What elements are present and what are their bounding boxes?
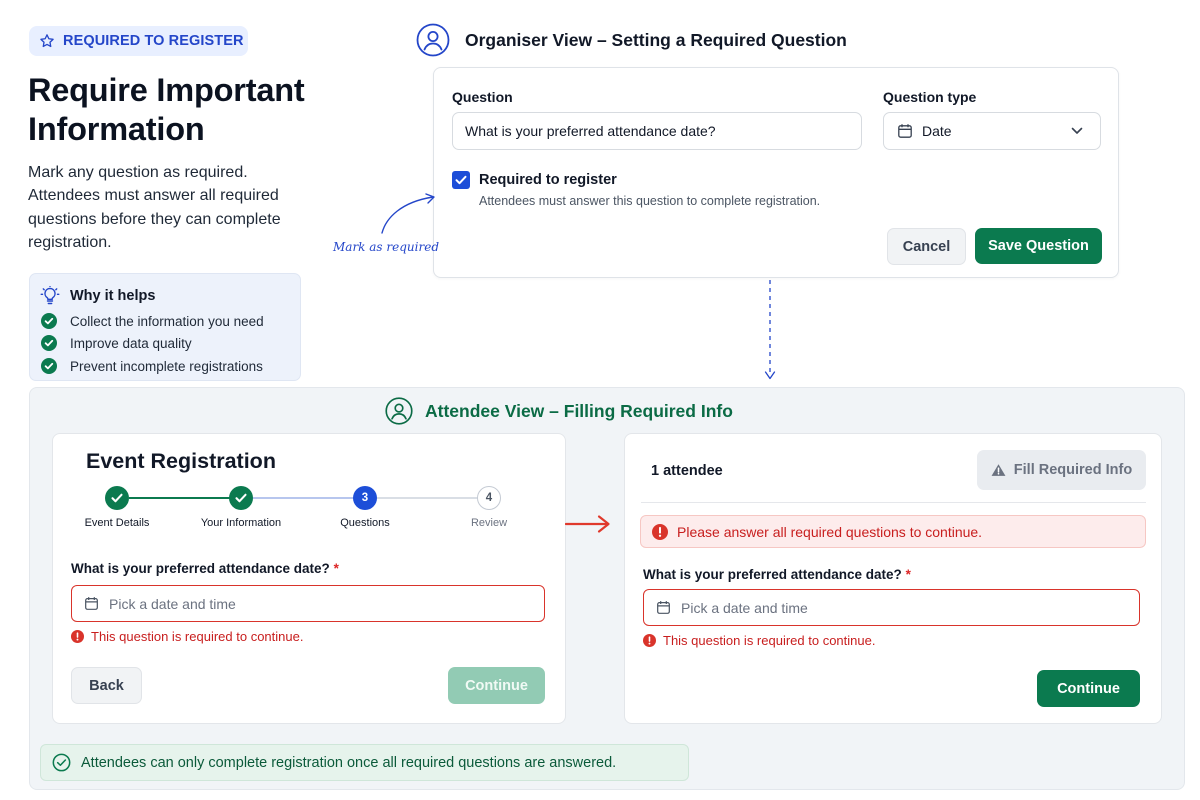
step-4-label: Review — [470, 517, 508, 529]
stepper-line — [253, 497, 365, 499]
why-item: Collect the information you need — [41, 313, 264, 329]
question-label: What is your preferred attendance date? … — [71, 561, 339, 576]
error-alert-banner: Please answer all required questions to … — [640, 515, 1146, 548]
step-1-complete — [105, 486, 129, 510]
required-asterisk: * — [333, 561, 339, 576]
badge-label: REQUIRED TO REGISTER — [63, 33, 244, 49]
fill-required-info-button[interactable]: Fill Required Info — [977, 450, 1146, 490]
checkmark-icon — [455, 175, 467, 185]
flow-connector — [763, 280, 777, 382]
check-circle-icon — [41, 335, 57, 351]
save-question-button[interactable]: Save Question — [975, 228, 1102, 264]
stepper-line — [129, 497, 241, 499]
required-badge: REQUIRED TO REGISTER — [29, 26, 248, 56]
divider — [641, 502, 1146, 503]
check-circle-icon — [41, 358, 57, 374]
question-text: What is your preferred attendance date? — [71, 561, 330, 576]
cancel-button[interactable]: Cancel — [887, 228, 966, 265]
step-2-complete — [229, 486, 253, 510]
organiser-heading-label: Organiser View – Setting a Required Ques… — [465, 29, 847, 50]
fill-required-info-label: Fill Required Info — [1013, 462, 1133, 478]
required-asterisk: * — [905, 567, 911, 582]
attendee-heading-label: Attendee View – Filling Required Info — [425, 400, 733, 421]
arrow-right-icon — [565, 514, 611, 534]
organiser-heading: Organiser View – Setting a Required Ques… — [416, 23, 847, 57]
date-placeholder: Pick a date and time — [109, 595, 236, 612]
back-button[interactable]: Back — [71, 667, 142, 704]
step-1-label: Event Details — [84, 517, 150, 529]
mark-as-required-annotation: Mark as required — [333, 240, 439, 254]
registration-info-banner: Attendees can only complete registration… — [40, 744, 689, 781]
check-circle-icon — [52, 753, 71, 772]
why-title: Why it helps — [70, 288, 156, 304]
question-type-label: Question type — [883, 89, 977, 105]
page-description: Mark any question as required. Attendees… — [28, 164, 281, 251]
calendar-icon — [656, 600, 671, 615]
organiser-question-card: Question What is your preferred attendan… — [433, 67, 1119, 278]
chevron-down-icon — [1071, 127, 1083, 135]
error-icon — [71, 630, 84, 643]
why-item: Improve data quality — [41, 335, 192, 351]
date-time-picker-input[interactable]: Pick a date and time — [643, 589, 1140, 626]
check-icon — [235, 493, 247, 503]
why-item-label: Collect the information you need — [70, 313, 264, 329]
user-circle-icon — [416, 23, 450, 57]
calendar-icon — [897, 123, 913, 139]
user-circle-icon — [385, 397, 413, 425]
question-type-select[interactable]: Date — [883, 112, 1101, 150]
check-circle-icon — [41, 313, 57, 329]
lightbulb-icon — [40, 286, 60, 306]
required-checkbox[interactable] — [452, 171, 470, 189]
field-error: This question is required to continue. — [643, 633, 875, 648]
question-input-value: What is your preferred attendance date? — [465, 123, 716, 139]
check-icon — [111, 493, 123, 503]
error-icon — [643, 634, 656, 647]
why-item: Prevent incomplete registrations — [41, 358, 263, 374]
date-time-picker-input[interactable]: Pick a date and time — [71, 585, 545, 622]
why-it-helps-panel: Why it helps Collect the information you… — [29, 273, 301, 381]
annotation-arrow — [376, 192, 440, 236]
event-registration-title: Event Registration — [86, 449, 276, 473]
question-input[interactable]: What is your preferred attendance date? — [452, 112, 862, 150]
question-label: What is your preferred attendance date? … — [643, 567, 911, 582]
attendee-count: 1 attendee — [651, 463, 723, 479]
field-error-text: This question is required to continue. — [91, 629, 304, 644]
why-item-label: Improve data quality — [70, 335, 192, 351]
page-title: Require Important Information — [28, 72, 305, 147]
field-error: This question is required to continue. — [71, 629, 303, 644]
required-label: Required to register — [479, 172, 617, 188]
attendee-checkout-card: 1 attendee Fill Required Info Please ans… — [624, 433, 1162, 724]
field-error-text: This question is required to continue. — [663, 633, 876, 648]
error-alert-text: Please answer all required questions to … — [677, 523, 983, 540]
step-3-label: Questions — [340, 517, 390, 529]
step-2-label: Your Information — [200, 517, 282, 529]
error-icon — [652, 523, 668, 540]
date-placeholder: Pick a date and time — [681, 599, 808, 616]
step-3-current: 3 — [353, 486, 377, 510]
stepper-line — [377, 497, 489, 499]
continue-button[interactable]: Continue — [1037, 670, 1140, 707]
continue-button-disabled[interactable]: Continue — [448, 667, 545, 704]
why-item-label: Prevent incomplete registrations — [70, 358, 263, 374]
question-label: Question — [452, 89, 513, 105]
calendar-icon — [84, 596, 99, 611]
why-heading: Why it helps — [40, 286, 155, 306]
registration-info-text: Attendees can only complete registration… — [81, 754, 617, 771]
star-icon — [39, 33, 55, 49]
event-registration-card: Event Registration 3 4 Event Details You… — [52, 433, 566, 724]
required-help-text: Attendees must answer this question to c… — [479, 194, 821, 208]
attendee-heading: Attendee View – Filling Required Info — [385, 397, 733, 425]
warning-icon — [991, 463, 1006, 477]
question-text: What is your preferred attendance date? — [643, 567, 902, 582]
question-type-value: Date — [922, 123, 952, 139]
step-4-upcoming: 4 — [477, 486, 501, 510]
